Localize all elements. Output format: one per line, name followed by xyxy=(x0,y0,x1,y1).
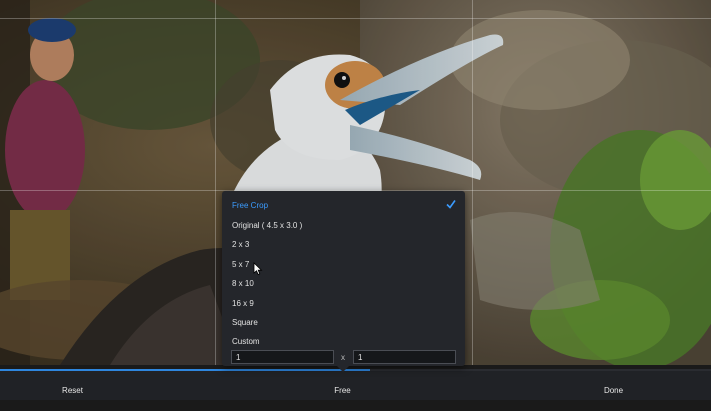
crop-grid-line-vertical-1 xyxy=(215,0,216,365)
menu-item-16x9[interactable]: 16 x 9 xyxy=(232,299,254,308)
crop-grid-line-horizontal-1 xyxy=(0,18,711,19)
menu-item-free-crop[interactable]: Free Crop xyxy=(232,201,268,210)
crop-grid-line-vertical-2 xyxy=(472,0,473,365)
menu-item-custom[interactable]: Custom xyxy=(232,337,260,346)
menu-item-original[interactable]: Original ( 4.5 x 3.0 ) xyxy=(232,221,302,230)
bottom-toolbar: Reset Free Done xyxy=(0,371,711,400)
custom-height-input[interactable] xyxy=(353,350,456,364)
custom-size-separator: x xyxy=(341,353,345,362)
menu-item-2x3[interactable]: 2 x 3 xyxy=(232,240,249,249)
done-button[interactable]: Done xyxy=(571,371,656,400)
free-crop-button[interactable]: Free xyxy=(300,371,385,400)
menu-item-5x7[interactable]: 5 x 7 xyxy=(232,260,249,269)
menu-item-8x10[interactable]: 8 x 10 xyxy=(232,279,254,288)
menu-item-square[interactable]: Square xyxy=(232,318,258,327)
mouse-pointer-icon xyxy=(253,262,263,276)
checkmark-icon xyxy=(446,200,456,209)
crop-ratio-menu: Free Crop Original ( 4.5 x 3.0 ) 2 x 3 5… xyxy=(222,191,465,372)
reset-button[interactable]: Reset xyxy=(30,371,115,400)
custom-width-input[interactable] xyxy=(231,350,334,364)
